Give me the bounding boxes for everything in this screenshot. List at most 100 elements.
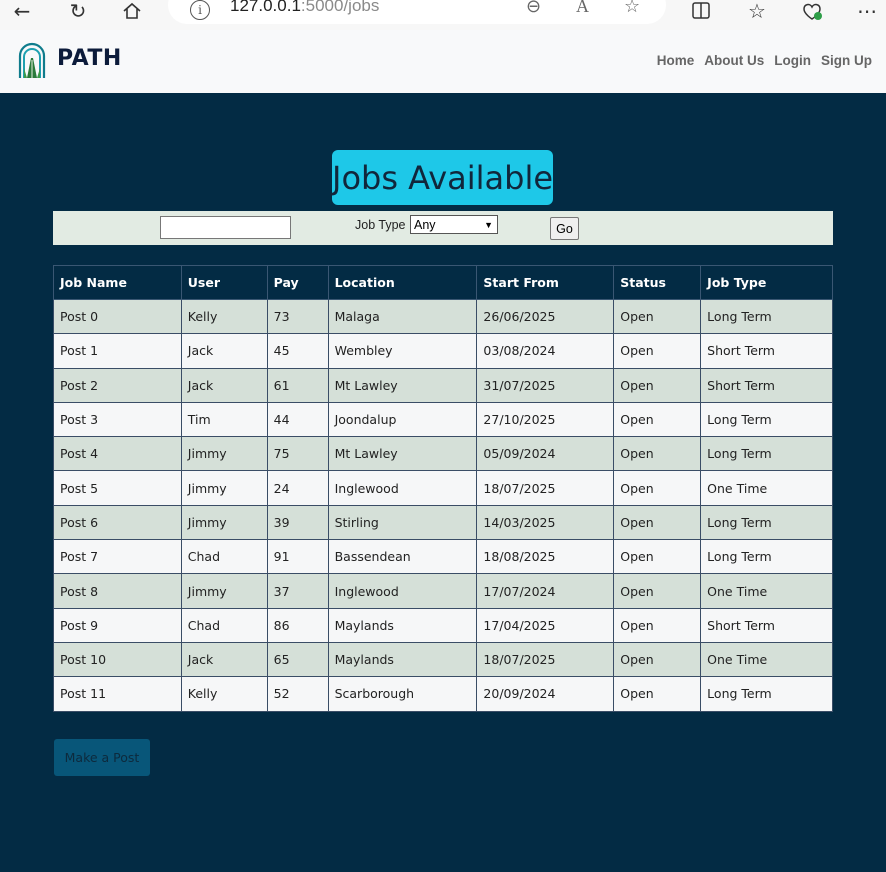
table-cell: Open — [613, 607, 702, 643]
nav-signup-link[interactable]: Sign Up — [821, 53, 872, 68]
table-cell: Post 1 — [53, 333, 182, 369]
address-url: 127.0.0.1:5000/jobs — [230, 0, 380, 15]
zoom-out-icon[interactable]: ⊖ — [526, 0, 541, 17]
table-cell: 37 — [266, 573, 329, 609]
table-body: Post 0 Kelly 73 Malaga 26/06/2025 Open Long Te… — [53, 298, 833, 712]
table-cell: Jimmy — [180, 573, 268, 609]
table-cell: Malaga — [327, 298, 478, 335]
table-cell: Joondalup — [327, 401, 478, 438]
table-cell: Jack — [180, 367, 268, 403]
column-header: Status — [613, 265, 702, 300]
table-row[interactable]: Post 6 Jimmy 39 Stirling 14/03/2025 Open Long … — [53, 504, 833, 541]
go-button[interactable]: Go — [550, 217, 579, 240]
table-cell: Open — [613, 298, 702, 335]
make-post-button[interactable]: Make a Post — [54, 739, 150, 776]
back-arrow-icon[interactable]: ← — [10, 0, 34, 22]
table-row[interactable]: Post 1 Jack 45 Wembley 03/08/2024 Open Short T… — [53, 333, 833, 369]
table-cell: Open — [613, 504, 702, 541]
more-icon[interactable]: ⋯ — [855, 0, 879, 22]
job-type-label: Job Type — [355, 218, 406, 232]
split-screen-icon[interactable] — [690, 0, 712, 22]
address-bar[interactable]: i 127.0.0.1:5000/jobs ⊖ A ☆ — [168, 0, 666, 24]
column-header: Location — [327, 265, 478, 300]
table-cell: Jimmy — [180, 504, 268, 541]
chevron-down-icon: ▼ — [484, 219, 493, 230]
table-row[interactable]: Post 9 Chad 86 Maylands 17/04/2025 Open Short … — [53, 607, 833, 643]
table-cell: Post 0 — [53, 298, 182, 335]
table-cell: 05/09/2024 — [476, 436, 615, 472]
brand-name[interactable]: PATH — [57, 46, 122, 71]
filter-bar: Job Type Any ▼ Go — [53, 211, 833, 245]
table-cell: Open — [613, 367, 702, 403]
table-row[interactable]: Post 8 Jimmy 37 Inglewood 17/07/2024 Open One … — [53, 573, 833, 609]
nav-links: Home About Us Login Sign Up — [657, 53, 872, 68]
table-cell: Open — [613, 573, 702, 609]
nav-home-link[interactable]: Home — [657, 53, 695, 68]
table-cell: Short Term — [700, 367, 833, 403]
table-cell: Open — [613, 676, 702, 712]
table-row[interactable]: Post 0 Kelly 73 Malaga 26/06/2025 Open Long Te… — [53, 298, 833, 335]
table-row[interactable]: Post 2 Jack 61 Mt Lawley 31/07/2025 Open Short… — [53, 367, 833, 403]
table-cell: Post 9 — [53, 607, 182, 643]
path-logo-icon[interactable] — [18, 42, 46, 80]
browser-essentials-icon[interactable] — [800, 0, 824, 22]
read-aloud-icon[interactable]: A — [576, 0, 589, 17]
refresh-icon[interactable]: ↻ — [66, 0, 90, 22]
table-cell: 31/07/2025 — [476, 367, 615, 403]
table-cell: Post 2 — [53, 367, 182, 403]
info-icon[interactable]: i — [190, 0, 210, 20]
table-row[interactable]: Post 3 Tim 44 Joondalup 27/10/2025 Open Long T… — [53, 401, 833, 438]
table-cell: One Time — [700, 573, 833, 609]
table-cell: Chad — [180, 539, 268, 575]
table-cell: 18/08/2025 — [476, 539, 615, 575]
browser-toolbar: ← ↻ i 127.0.0.1:5000/jobs ⊖ A ☆ ☆ ⋯ — [0, 0, 886, 30]
table-cell: Bassendean — [327, 539, 478, 575]
table-row[interactable]: Post 10 Jack 65 Maylands 18/07/2025 Open One T… — [53, 641, 833, 678]
page-title: Jobs Available — [332, 158, 554, 197]
table-cell: Open — [613, 333, 702, 369]
table-cell: Open — [613, 436, 702, 472]
table-cell: 44 — [266, 401, 329, 438]
jobs-table: Job Name User Pay Location Start From Status J… — [53, 265, 833, 712]
table-row[interactable]: Post 5 Jimmy 24 Inglewood 18/07/2025 Open One … — [53, 470, 833, 506]
table-cell: 65 — [266, 641, 329, 678]
table-row[interactable]: Post 4 Jimmy 75 Mt Lawley 05/09/2024 Open Long… — [53, 436, 833, 472]
table-cell: 26/06/2025 — [476, 298, 615, 335]
table-cell: 73 — [266, 298, 329, 335]
table-cell: Inglewood — [327, 573, 478, 609]
table-cell: Post 8 — [53, 573, 182, 609]
table-cell: Kelly — [180, 676, 268, 712]
table-cell: 03/08/2024 — [476, 333, 615, 369]
table-cell: 14/03/2025 — [476, 504, 615, 541]
table-cell: 39 — [266, 504, 329, 541]
table-cell: 18/07/2025 — [476, 641, 615, 678]
table-cell: Post 7 — [53, 539, 182, 575]
table-cell: Chad — [180, 607, 268, 643]
table-row[interactable]: Post 7 Chad 91 Bassendean 18/08/2025 Open Long… — [53, 539, 833, 575]
table-cell: Post 4 — [53, 436, 182, 472]
search-input[interactable] — [160, 216, 291, 239]
table-cell: Jack — [180, 333, 268, 369]
table-cell: 20/09/2024 — [476, 676, 615, 712]
table-cell: Open — [613, 470, 702, 506]
site-navbar: PATH Home About Us Login Sign Up — [0, 30, 886, 93]
nav-about-link[interactable]: About Us — [704, 53, 764, 68]
favorites-icon[interactable]: ☆ — [745, 0, 769, 22]
table-row[interactable]: Post 11 Kelly 52 Scarborough 20/09/2024 Open L… — [53, 676, 833, 712]
table-cell: Long Term — [700, 539, 833, 575]
job-type-select[interactable]: Any ▼ — [410, 215, 498, 234]
table-cell: Jack — [180, 641, 268, 678]
nav-login-link[interactable]: Login — [774, 53, 811, 68]
column-header: Job Name — [53, 265, 182, 300]
favorite-star-icon[interactable]: ☆ — [624, 0, 640, 17]
column-header: User — [180, 265, 268, 300]
table-cell: Long Term — [700, 401, 833, 438]
table-cell: Open — [613, 641, 702, 678]
home-icon[interactable] — [120, 0, 144, 22]
table-cell: 24 — [266, 470, 329, 506]
table-cell: Inglewood — [327, 470, 478, 506]
table-cell: Long Term — [700, 676, 833, 712]
table-cell: 61 — [266, 367, 329, 403]
table-cell: Jimmy — [180, 436, 268, 472]
table-cell: Open — [613, 539, 702, 575]
